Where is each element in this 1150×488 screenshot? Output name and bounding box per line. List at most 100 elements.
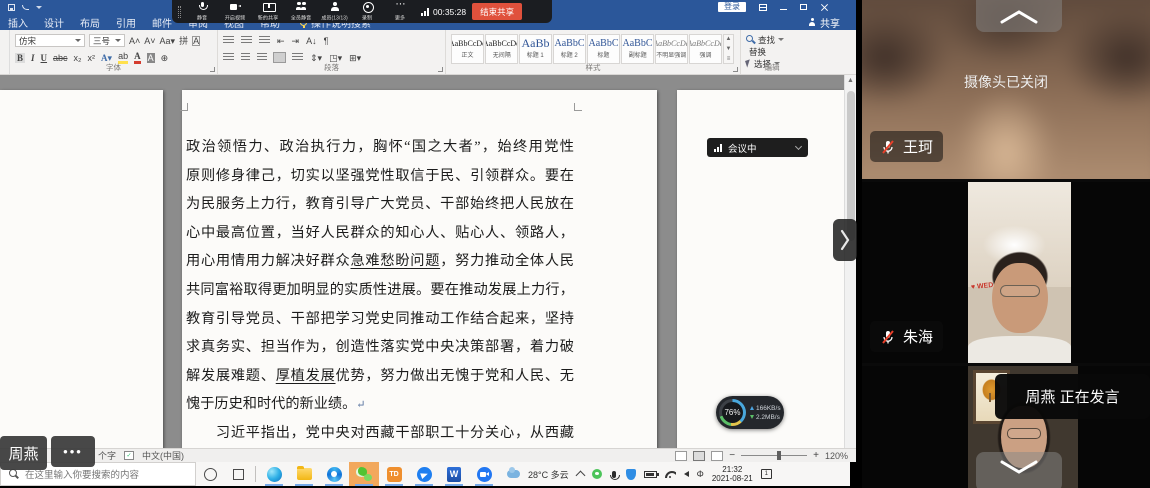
- style-card[interactable]: AaBbC标题: [587, 34, 620, 64]
- performance-ball[interactable]: 76% 166KB/s 2.2MB/s: [716, 396, 784, 429]
- explorer-app-button[interactable]: [289, 462, 319, 486]
- zoom-slider-thumb[interactable]: [777, 451, 781, 460]
- word-count[interactable]: 个字: [98, 449, 116, 462]
- subscript-icon[interactable]: x₂: [74, 53, 82, 63]
- justify-icon[interactable]: [274, 53, 285, 62]
- meeting-app-button[interactable]: [469, 462, 499, 486]
- read-mode-icon[interactable]: [675, 451, 687, 461]
- word-app-button[interactable]: W: [439, 462, 469, 486]
- style-gallery-scroll[interactable]: ▲ ▼ ≡: [723, 34, 734, 64]
- font-name-combo[interactable]: 仿宋: [15, 34, 85, 47]
- style-card[interactable]: AaBbC标题 2: [553, 34, 586, 64]
- task-view-button[interactable]: [224, 462, 252, 486]
- volume-icon[interactable]: [684, 471, 689, 477]
- bullets-icon[interactable]: [223, 36, 234, 45]
- enclose-characters-icon[interactable]: ⊕: [161, 53, 169, 63]
- borders-icon[interactable]: ⊞▾: [349, 53, 361, 63]
- battery-icon[interactable]: [644, 471, 657, 478]
- text-effects-icon[interactable]: A▾: [101, 53, 112, 63]
- align-left-icon[interactable]: [223, 53, 234, 62]
- meeting-toolbar-button[interactable]: 静音: [186, 2, 219, 22]
- edge-app-button[interactable]: [259, 462, 289, 486]
- shrink-font-icon[interactable]: A˅: [144, 36, 155, 46]
- ribbon-tab[interactable]: 引用: [108, 14, 144, 30]
- participant-tile-wangke[interactable]: 摄像头已关闭 王珂: [862, 0, 1150, 179]
- spellcheck-icon[interactable]: ✓: [124, 451, 134, 460]
- thunder-app-button[interactable]: [409, 462, 439, 486]
- tencent-docs-app-button[interactable]: TD: [379, 462, 409, 486]
- grow-font-icon[interactable]: A˄: [129, 36, 140, 46]
- decrease-indent-icon[interactable]: ⇤: [277, 36, 285, 46]
- cortana-button[interactable]: [196, 462, 224, 486]
- style-card[interactable]: AaBbCcDd无间隔: [485, 34, 518, 64]
- style-scroll-up-icon[interactable]: ▲: [726, 36, 732, 42]
- paragraph-marks-icon[interactable]: ¶: [324, 36, 329, 46]
- scroll-up-icon[interactable]: ▲: [847, 75, 854, 87]
- style-card[interactable]: AaBb标题 1: [519, 34, 552, 64]
- bold-icon[interactable]: B: [15, 53, 25, 63]
- scroll-participants-down-button[interactable]: [976, 452, 1062, 488]
- end-share-button[interactable]: 结束共享: [472, 3, 522, 20]
- numbering-icon[interactable]: [241, 36, 252, 45]
- character-border-icon[interactable]: A: [192, 36, 200, 46]
- notification-center-icon[interactable]: 1: [761, 469, 772, 479]
- zoom-slider[interactable]: [741, 455, 807, 456]
- multilevel-list-icon[interactable]: [259, 36, 270, 45]
- participant-tile-zhuhai[interactable]: ♥ WED 朱海: [862, 182, 1150, 363]
- meeting-toolbar-button[interactable]: 录制: [351, 2, 384, 22]
- distribute-icon[interactable]: [292, 53, 303, 62]
- increase-indent-icon[interactable]: ⇥: [292, 36, 300, 46]
- hidden-icons-caret-icon[interactable]: [575, 471, 585, 481]
- phonetic-guide-icon[interactable]: 拼: [179, 36, 188, 46]
- print-layout-icon[interactable]: [693, 451, 705, 461]
- shading-bucket-icon[interactable]: ◳▾: [329, 53, 342, 63]
- weather-text[interactable]: 28°C 多云: [528, 468, 569, 481]
- zoom-in-button[interactable]: +: [813, 450, 819, 461]
- shading-icon[interactable]: A: [147, 53, 155, 63]
- meeting-toolbar-button[interactable]: 全员静音: [285, 2, 318, 22]
- style-card[interactable]: AaBbCcDd正文: [451, 34, 484, 64]
- minimize-icon[interactable]: [780, 9, 787, 10]
- style-card[interactable]: AaBbCcDd不明显强调: [655, 34, 688, 64]
- align-center-icon[interactable]: [241, 53, 250, 62]
- align-right-icon[interactable]: [257, 53, 267, 62]
- scroll-participants-up-button[interactable]: [976, 0, 1062, 32]
- wechat-tray-icon[interactable]: [592, 469, 602, 479]
- italic-icon[interactable]: I: [31, 53, 35, 63]
- meeting-toolbar-button[interactable]: 成员(13/13): [318, 2, 351, 22]
- microphone-tray-icon[interactable]: [612, 471, 616, 478]
- share-button[interactable]: 共享: [808, 15, 840, 30]
- document-scrollbar[interactable]: ▲: [844, 75, 856, 448]
- wechat-app-button[interactable]: [349, 462, 379, 486]
- sign-in-button[interactable]: 登录: [718, 2, 746, 12]
- wifi-icon[interactable]: [665, 471, 676, 478]
- zoom-level[interactable]: 120%: [825, 451, 848, 461]
- superscript-icon[interactable]: x²: [88, 53, 96, 63]
- styles-dialog-launcher-icon[interactable]: [733, 67, 738, 72]
- toolbar-grip-handle[interactable]: [178, 6, 181, 18]
- close-icon[interactable]: [820, 3, 828, 11]
- ribbon-tab[interactable]: 布局: [72, 14, 108, 30]
- sort-icon[interactable]: A↓: [306, 36, 317, 46]
- strikethrough-icon[interactable]: abc: [53, 53, 68, 63]
- zoom-out-button[interactable]: −: [729, 450, 735, 461]
- shield-tray-icon[interactable]: [626, 469, 636, 480]
- style-card[interactable]: AaBbC副标题: [621, 34, 654, 64]
- meeting-status-pill[interactable]: 会议中: [707, 138, 808, 157]
- font-dialog-launcher-icon[interactable]: [210, 67, 215, 72]
- meeting-toolbar-button[interactable]: 更多: [384, 2, 417, 22]
- web-layout-icon[interactable]: [711, 451, 723, 461]
- editing-item[interactable]: 查找: [746, 34, 798, 45]
- pen-input-icon[interactable]: Φ: [697, 470, 704, 479]
- document-text[interactable]: 政治领悟力、政治执行力，胸怀“国之大者”，始终用党性原则修身律己，切实以坚强党性…: [186, 133, 574, 448]
- minimized-meeting-window[interactable]: •••: [51, 436, 95, 467]
- document-page[interactable]: 政治领悟力、政治执行力，胸怀“国之大者”，始终用党性原则修身律己，切实以坚强党性…: [182, 90, 657, 448]
- sidebar-expand-button[interactable]: [833, 219, 857, 261]
- style-card[interactable]: AaBbCcDd强调: [689, 34, 722, 64]
- browser-360-app-button[interactable]: [319, 462, 349, 486]
- paragraph-dialog-launcher-icon[interactable]: [438, 67, 443, 72]
- maximize-icon[interactable]: [800, 4, 807, 10]
- quick-access-caret-icon[interactable]: [36, 6, 42, 9]
- change-case-icon[interactable]: Aa▾: [160, 36, 176, 46]
- ribbon-tab[interactable]: 插入: [0, 14, 36, 30]
